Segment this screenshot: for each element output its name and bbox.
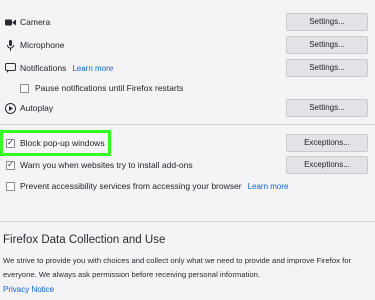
block-popups-checkbox[interactable]: ✓ [6, 138, 15, 148]
pause-notifications-label: Pause notifications until Firefox restar… [35, 83, 184, 93]
divider [0, 124, 375, 125]
notifications-icon [5, 63, 16, 74]
block-popups-label: Block pop-up windows [20, 138, 105, 148]
camera-label: Camera [20, 17, 51, 27]
camera-icon [5, 17, 16, 28]
autoplay-icon [5, 102, 16, 114]
data-collection-title: Firefox Data Collection and Use [3, 234, 166, 246]
autoplay-settings-button[interactable]: Settings... [286, 99, 368, 117]
notifications-settings-button[interactable]: Settings... [286, 59, 368, 77]
notifications-label: Notifications [20, 63, 67, 73]
microphone-label: Microphone [20, 40, 65, 50]
prevent-accessibility-learn-more-link[interactable]: Learn more [248, 182, 289, 191]
notifications-row: Notifications Learn more Settings... [0, 57, 375, 79]
block-popups-exceptions-button[interactable]: Exceptions... [286, 134, 368, 152]
prevent-accessibility-label-group: Prevent accessibility services from acce… [20, 181, 288, 191]
prevent-accessibility-checkbox[interactable] [6, 181, 15, 191]
notifications-learn-more-link[interactable]: Learn more [72, 64, 113, 73]
autoplay-row: Autoplay Settings... [0, 97, 375, 119]
warn-addons-checkbox[interactable]: ✓ [6, 160, 15, 170]
microphone-icon [5, 39, 16, 51]
prevent-accessibility-row: Prevent accessibility services from acce… [0, 175, 375, 197]
block-popups-row: ✓ Block pop-up windows Exceptions... [0, 132, 375, 154]
data-collection-text: We strive to provide you with choices an… [3, 256, 352, 279]
pause-notifications-checkbox[interactable] [20, 83, 29, 93]
warn-addons-exceptions-button[interactable]: Exceptions... [286, 156, 368, 174]
prevent-accessibility-label: Prevent accessibility services from acce… [20, 181, 242, 191]
warn-addons-row: ✓ Warn you when websites try to install … [0, 154, 375, 176]
privacy-notice-link[interactable]: Privacy Notice [3, 285, 54, 294]
pause-notifications-row: Pause notifications until Firefox restar… [0, 77, 375, 99]
microphone-row: Microphone Settings... [0, 34, 375, 56]
divider [0, 221, 375, 222]
notifications-label-group: Notifications Learn more [20, 63, 113, 73]
camera-row: Camera Settings... [0, 11, 375, 33]
microphone-settings-button[interactable]: Settings... [286, 36, 368, 54]
warn-addons-label: Warn you when websites try to install ad… [20, 160, 193, 170]
camera-settings-button[interactable]: Settings... [286, 13, 368, 31]
autoplay-label: Autoplay [20, 103, 54, 113]
